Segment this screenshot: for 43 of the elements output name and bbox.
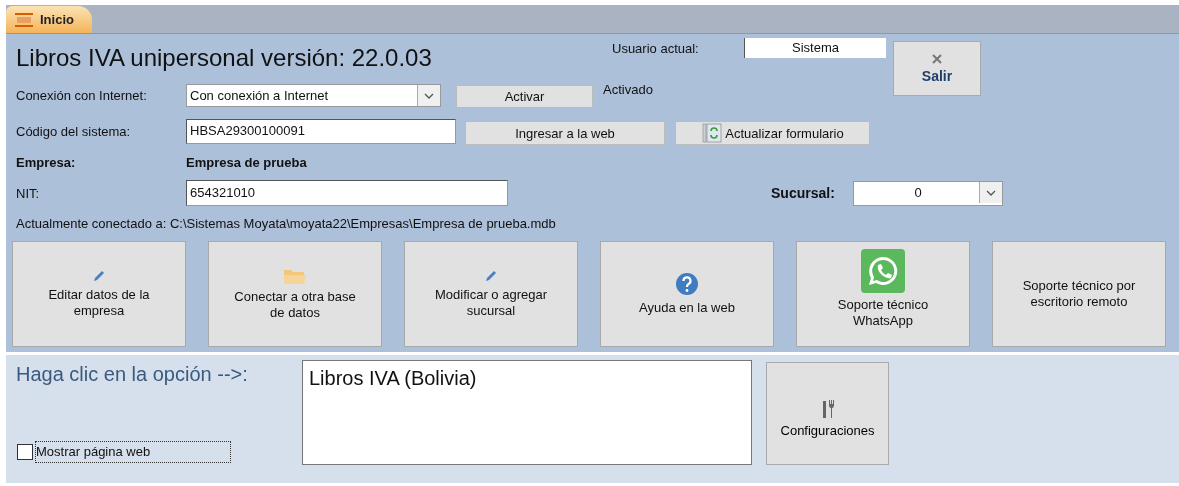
field-label: NIT:	[16, 185, 41, 201]
user-field[interactable]: Sistema	[744, 38, 886, 58]
action-button[interactable]: Modificar o agregar sucursal	[404, 241, 578, 347]
pencil-icon	[484, 269, 498, 283]
chat-phone-icon	[861, 249, 905, 293]
refresh-document-icon	[701, 123, 724, 143]
action-button[interactable]: Editar datos de la empresa	[12, 241, 186, 347]
exit-button[interactable]: Salir	[893, 41, 981, 96]
settings-button[interactable]: Configuraciones	[766, 362, 889, 465]
checkbox[interactable]	[17, 444, 33, 460]
caret-icon[interactable]	[979, 181, 1002, 203]
action-button[interactable]: Conectar a otra base de datos	[208, 241, 382, 347]
action-button[interactable]: Soporte técnico WhatsApp	[796, 241, 970, 347]
field-label: Sucursal:	[771, 185, 836, 201]
field-label: Empresa:	[16, 155, 77, 170]
option-list[interactable]: Libros IVA (Bolivia)	[302, 360, 752, 465]
field-label: Código del sistema:	[16, 124, 132, 139]
field-label: Usuario actual:	[612, 40, 700, 56]
help-icon	[675, 272, 699, 296]
folder-icon	[283, 267, 307, 285]
tab[interactable]: Inicio	[6, 6, 92, 33]
field-label: Conexión con Internet:	[16, 87, 148, 103]
book-logo-icon	[14, 11, 34, 28]
refresh-button[interactable]: Actualizar formulario	[675, 121, 870, 145]
tools-icon	[820, 398, 835, 419]
code-field[interactable]: HBSA29300100091	[186, 119, 456, 144]
checkbox-label[interactable]: Mostrar página web	[35, 441, 231, 463]
company-name: Empresa de prueba	[186, 155, 307, 170]
app-title: Libros IVA unipersonal versión: 22.0.03	[16, 43, 433, 72]
action-button[interactable]: Soporte técnico por escritorio remoto	[992, 241, 1166, 347]
close-icon	[932, 53, 942, 64]
prompt-text: Haga clic en la opción -->:	[16, 362, 249, 386]
path-text: Actualmente conectado a: C:\Sistemas Moyata\moyata22\Empresas\Empresa de prueba.mdb	[16, 216, 556, 231]
nit-field[interactable]: 654321010	[186, 180, 508, 206]
dropdown-field[interactable]: 0	[853, 180, 1003, 206]
pencil-icon	[92, 269, 106, 283]
web-button[interactable]: Ingresar a la web	[465, 121, 665, 145]
caret-icon[interactable]	[417, 84, 440, 106]
status-text: Activado	[603, 82, 653, 97]
list-item[interactable]: Libros IVA (Bolivia)	[307, 367, 747, 390]
dropdown-field[interactable]: Con conexión a Internet	[186, 83, 441, 107]
action-button[interactable]: Ayuda en la web	[600, 241, 774, 347]
activate-button[interactable]: Activar	[456, 85, 593, 108]
